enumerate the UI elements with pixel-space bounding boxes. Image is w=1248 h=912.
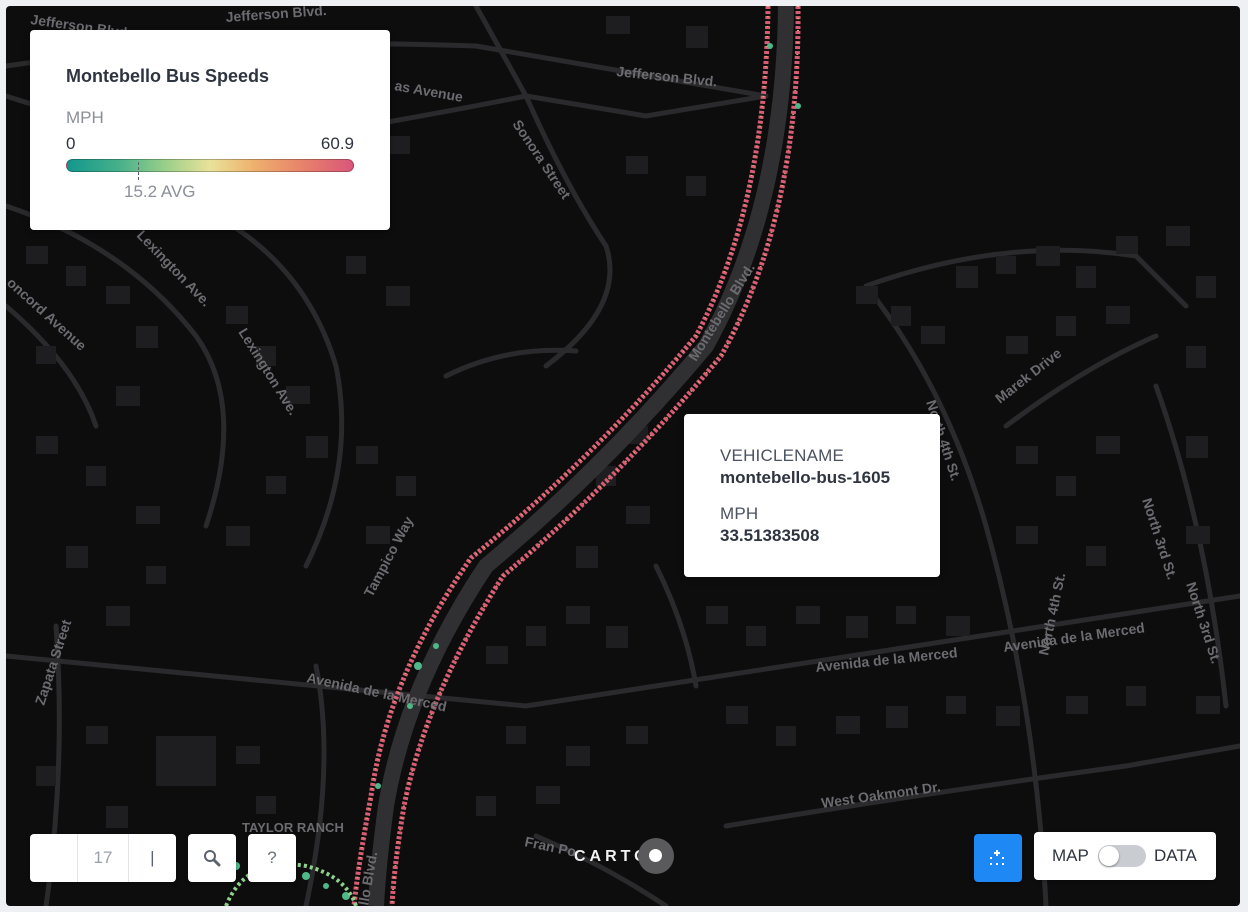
zoom-control: 17 |: [30, 834, 176, 882]
legend-average-marker: [138, 162, 139, 180]
zoom-out-button[interactable]: [30, 834, 77, 882]
zoom-in-button[interactable]: |: [129, 834, 176, 882]
search-icon: [204, 850, 221, 867]
legend-title: Montebello Bus Speeds: [66, 66, 270, 86]
legend-color-ramp: [66, 159, 354, 172]
map-data-toggle[interactable]: MAP DATA: [1034, 832, 1216, 880]
carto-logo: CARTO: [574, 838, 674, 874]
feature-popup: VEHICLENAME montebello-bus-1605 MPH 33.5…: [684, 414, 940, 577]
street-label: North 3rd St.: [1139, 496, 1180, 582]
street-label: Jefferson Blvd.: [225, 6, 327, 25]
search-button[interactable]: [188, 834, 236, 882]
layers-icon: [990, 850, 1004, 865]
street-label: Avenida de la Merced: [1002, 619, 1145, 655]
legend-max-value: 60.9: [320, 134, 354, 153]
layers-button[interactable]: [974, 834, 1022, 882]
legend-unit: MPH: [66, 108, 104, 127]
popup-field-label: VEHICLENAME: [720, 446, 845, 465]
legend-average-label: 15.2 AVG: [124, 182, 196, 201]
popup-field-label: MPH: [720, 504, 759, 523]
street-label: West Oakmont Dr.: [820, 778, 941, 811]
popup-field-value: 33.51383508: [720, 526, 820, 545]
street-label: Jefferson Blvd.: [616, 63, 718, 89]
toggle-knob: [1099, 846, 1119, 866]
street-label: as Avenue: [393, 77, 464, 105]
street-label: Lexington Ave.: [134, 227, 214, 310]
toggle-label-map: MAP: [1052, 846, 1089, 865]
map-canvas[interactable]: Jefferson Blvd. Jefferson Blvd. Jefferso…: [6, 6, 1240, 906]
toggle-switch[interactable]: [1098, 845, 1146, 867]
help-button[interactable]: ?: [248, 834, 296, 882]
street-label: North 3rd St.: [1183, 580, 1224, 666]
place-label: TAYLOR RANCH: [242, 820, 344, 835]
street-label: Lexington Ave.: [235, 325, 301, 418]
zoom-level: 17: [77, 834, 129, 882]
legend-min-value: 0: [66, 134, 76, 153]
carto-logo-mark: [638, 838, 674, 874]
popup-field-value: montebello-bus-1605: [720, 468, 891, 487]
legend-panel: Montebello Bus Speeds MPH 0 60.9 15.2 AV…: [30, 30, 390, 230]
street-label: Marek Drive: [992, 345, 1065, 407]
toggle-label-data: DATA: [1154, 846, 1197, 865]
street-label: Fran Po: [523, 833, 577, 859]
